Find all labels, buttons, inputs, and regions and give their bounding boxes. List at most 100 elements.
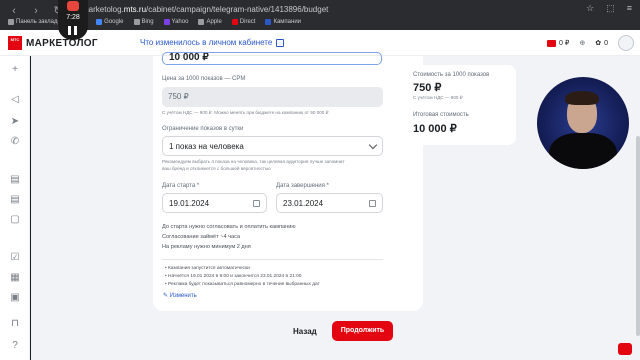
presenter-body [549,133,617,169]
edit-link-label: Изменить [169,293,197,299]
logo[interactable]: МТС МАРКЕТОЛОГ [8,36,98,50]
lock-icon[interactable]: ⊓ [9,318,21,330]
continue-button[interactable]: Продолжить [332,321,393,341]
menu-icon[interactable]: ≡ [627,3,632,14]
support-chat-icon[interactable] [618,343,632,355]
external-link-icon [276,38,285,47]
recording-widget: 7:28 [58,0,88,40]
bookmark-item[interactable]: Direct [231,19,256,25]
bookmark-label: Кампании [273,19,302,25]
cpm-hint: С учётом НДС — 900 ₽. Можно менять при б… [162,110,329,115]
end-date-field[interactable]: 23.01.2024 [276,193,383,213]
send-icon[interactable]: ➤ [9,116,21,128]
table-icon[interactable]: ▦ [9,272,21,284]
chat-icon[interactable]: ▢ [9,214,21,226]
bonus[interactable]: ✿ 0 [595,39,608,48]
megaphone-icon[interactable]: ◁ [9,94,21,106]
start-date-field[interactable]: 19.01.2024 [162,193,267,213]
list-item: • Начнётся 19.01.2024 в 9:00 и закончитс… [165,274,302,279]
bookmark-item[interactable]: Apple [198,19,222,25]
bookmark-label: Bing [141,19,154,25]
bookmark-item[interactable]: Google [96,19,124,25]
avatar[interactable] [618,35,634,51]
bookmark-icon [96,19,103,25]
edit-link[interactable]: ✎ Изменить [163,292,197,299]
limit-select[interactable]: 1 показ на человека [162,136,383,156]
bookmark-label: Панель закладок [16,19,64,25]
bookmark-item[interactable]: Bing [133,19,154,25]
calendar-icon[interactable] [253,200,260,207]
list-item: • Реклама будет показываться равномерно … [165,282,320,287]
bookmark-item[interactable]: Yahoo [163,19,189,25]
recording-time: 7:28 [66,14,80,21]
list-item-text: Реклама будет показываться равномерно в … [168,282,320,287]
budget-input[interactable]: 10 000 ₽ [162,52,382,65]
bookmark-label: Direct [239,19,256,25]
limit-hint-1: Рекомендуем выбрать 4 показа на человека… [162,159,345,164]
check-list-icon[interactable]: ☑ [9,252,21,264]
bookmark-label: Google [104,19,124,25]
url-prefix: marketolog. [82,5,124,14]
help-icon[interactable]: ? [9,340,21,352]
chevron-down-icon [368,140,378,150]
logo-text: МАРКЕТОЛОГ [26,37,98,49]
sidebar: + ◁ ➤ ✆ ▤ ▤ ▢ ☑ ▦ ▣ ⊓ ? [0,56,30,360]
limit-select-value: 1 показ на человека [169,142,244,151]
divider [162,259,383,260]
bookmark-label: Yahoo [171,19,189,25]
browser-toolbar: ‹ › ↻ marketolog.mts.ru/cabinet/campaign… [0,0,640,30]
start-date-value: 19.01.2024 [169,199,210,208]
cpm-field[interactable]: 750 ₽ [162,87,383,107]
min-days-note: На рекламу нужно минимум 2 дня [162,244,251,250]
summary-cpm-value: 750 ₽ [413,82,442,94]
bookmarks-bar: Панель закладокGGoogleBingYahooAppleDire… [0,15,640,29]
whats-new-link[interactable]: Что изменилось в личном кабинете [140,38,285,47]
wallet-icon [547,39,557,47]
back-button[interactable]: Назад [293,327,317,336]
cpm-label: Цена за 1000 показов — CPM [162,76,246,82]
bonus-value: 0 [604,39,608,47]
url-domain: mts.ru [123,5,147,14]
budget-form-card: 10 000 ₽ Цена за 1000 показов — CPM 750 … [153,52,423,311]
pause-icon[interactable] [68,26,78,35]
start-date-label: Дата старта * [162,183,200,189]
approval-time-note: Согласование займёт ~4 часа [162,234,241,240]
limit-label: Ограничение показов в сутки [162,126,244,132]
balance-value: 0 ₽ [559,40,570,47]
bookmark-item[interactable]: Панель закладок [8,19,63,25]
approval-note: До старта нужно согласовать и оплатить к… [162,224,296,230]
extensions-icon[interactable]: ⬚ [606,3,615,14]
bookmark-icon [231,19,238,25]
document-icon[interactable]: ▤ [9,174,21,186]
mts-logo-mark: МТС [8,36,22,50]
bookmark-icon [198,19,205,25]
add-funds-icon[interactable]: ⊕ [579,39,585,47]
bookmark-icon [8,19,14,25]
url-path: /cabinet/campaign/telegram-native/141389… [146,5,329,14]
balance[interactable]: 0 ₽ [547,39,569,47]
calendar-icon[interactable] [369,200,376,207]
summary-total-value: 10 000 ₽ [413,123,457,135]
cost-summary: Стоимость за 1000 показов 750 ₽ С учётом… [402,65,516,145]
bookmark-star-icon[interactable]: ☆ [586,3,594,14]
bookmark-item[interactable]: Кампании [265,19,301,25]
phone-icon[interactable]: ✆ [9,136,21,148]
summary-cpm-vat: С учётом НДС — 900 ₽ [413,95,463,100]
list-item-text: Кампания запустится автоматически [168,266,250,271]
list-item-text: Начнётся 19.01.2024 в 9:00 и закончится … [168,274,302,279]
record-stop-icon[interactable] [67,1,79,11]
bookmark-icon [163,19,170,25]
presenter-hair [565,91,599,105]
scrollbar[interactable] [636,136,640,336]
end-date-label: Дата завершения * [276,183,329,189]
document-list-icon[interactable]: ▤ [9,194,21,206]
bookmark-icon [265,19,272,25]
list-item: • Кампания запустится автоматически [165,266,250,271]
end-date-value: 23.01.2024 [283,199,324,208]
header-actions: 0 ₽ ⊕ ✿ 0 [547,35,634,51]
webcam-overlay [537,77,629,169]
bookmark-icon [133,19,140,25]
add-icon[interactable]: + [9,64,21,76]
limit-hint-2: ваш бренд и откликнется с большей вероят… [162,166,271,171]
calendar-icon[interactable]: ▣ [9,292,21,304]
